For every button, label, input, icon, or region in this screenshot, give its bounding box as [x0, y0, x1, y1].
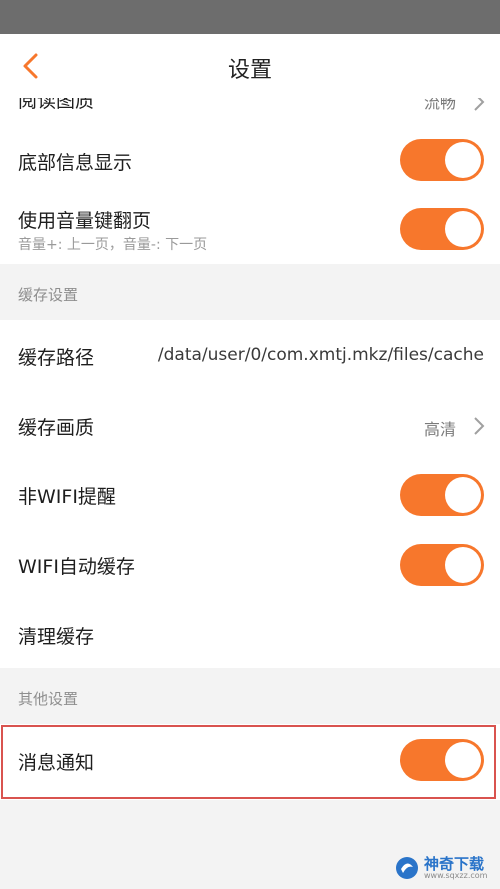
- settings-row-clear-cache[interactable]: 清理缓存: [0, 600, 500, 668]
- toggle-knob: [445, 211, 481, 247]
- non-wifi-toggle[interactable]: [400, 474, 484, 516]
- section-header-other: 其他设置: [0, 668, 500, 724]
- row-label: 底部信息显示: [18, 152, 133, 174]
- bottom-info-toggle[interactable]: [400, 139, 484, 181]
- settings-row-non-wifi: 非WIFI提醒: [0, 460, 500, 530]
- section-title: 缓存设置: [18, 286, 79, 304]
- nav-bar: 设置: [0, 34, 500, 98]
- wifi-auto-toggle[interactable]: [400, 544, 484, 586]
- settings-row-bottom-info: 底部信息显示: [0, 126, 500, 196]
- toggle-knob: [445, 142, 481, 178]
- section-title: 其他设置: [18, 690, 79, 708]
- row-label: 阅读图质: [18, 98, 95, 112]
- row-label: 非WIFI提醒: [18, 486, 116, 508]
- row-value: 高清: [423, 420, 456, 439]
- settings-row-cache-quality[interactable]: 缓存画质 高清: [0, 392, 500, 460]
- section-header-cache: 缓存设置: [0, 264, 500, 320]
- row-subtitle: 音量+: 上一页，音量-: 下一页: [18, 237, 208, 253]
- settings-row-reading-quality[interactable]: 阅读图质 流畅: [0, 98, 500, 126]
- volume-flip-toggle[interactable]: [400, 208, 484, 250]
- row-label: 使用音量键翻页: [18, 210, 152, 232]
- row-label: WIFI自动缓存: [18, 556, 135, 578]
- watermark: 神奇下载 www.sqxzz.com: [394, 853, 494, 883]
- settings-row-wifi-auto: WIFI自动缓存: [0, 530, 500, 600]
- cache-path-value: /data/user/0/com.xmtj.mkz/files/cache: [157, 345, 484, 365]
- toggle-knob: [445, 547, 481, 583]
- watermark-url: www.sqxzz.com: [424, 871, 488, 880]
- settings-row-cache-path[interactable]: 缓存路径 /data/user/0/com.xmtj.mkz/files/cac…: [0, 320, 500, 392]
- row-label: 清理缓存: [18, 626, 95, 648]
- settings-row-volume-flip: 使用音量键翻页 音量+: 上一页，音量-: 下一页: [0, 196, 500, 264]
- status-bar: [0, 0, 500, 34]
- row-value: 流畅: [423, 98, 456, 112]
- highlight-box: [1, 725, 496, 799]
- row-label: 缓存画质: [18, 417, 95, 439]
- row-label: 缓存路径: [18, 347, 95, 369]
- page-title: 设置: [227, 58, 272, 83]
- chevron-right-icon: [474, 417, 485, 435]
- watermark-logo-icon: [396, 857, 418, 879]
- toggle-knob: [445, 477, 481, 513]
- chevron-right-icon: [474, 98, 485, 111]
